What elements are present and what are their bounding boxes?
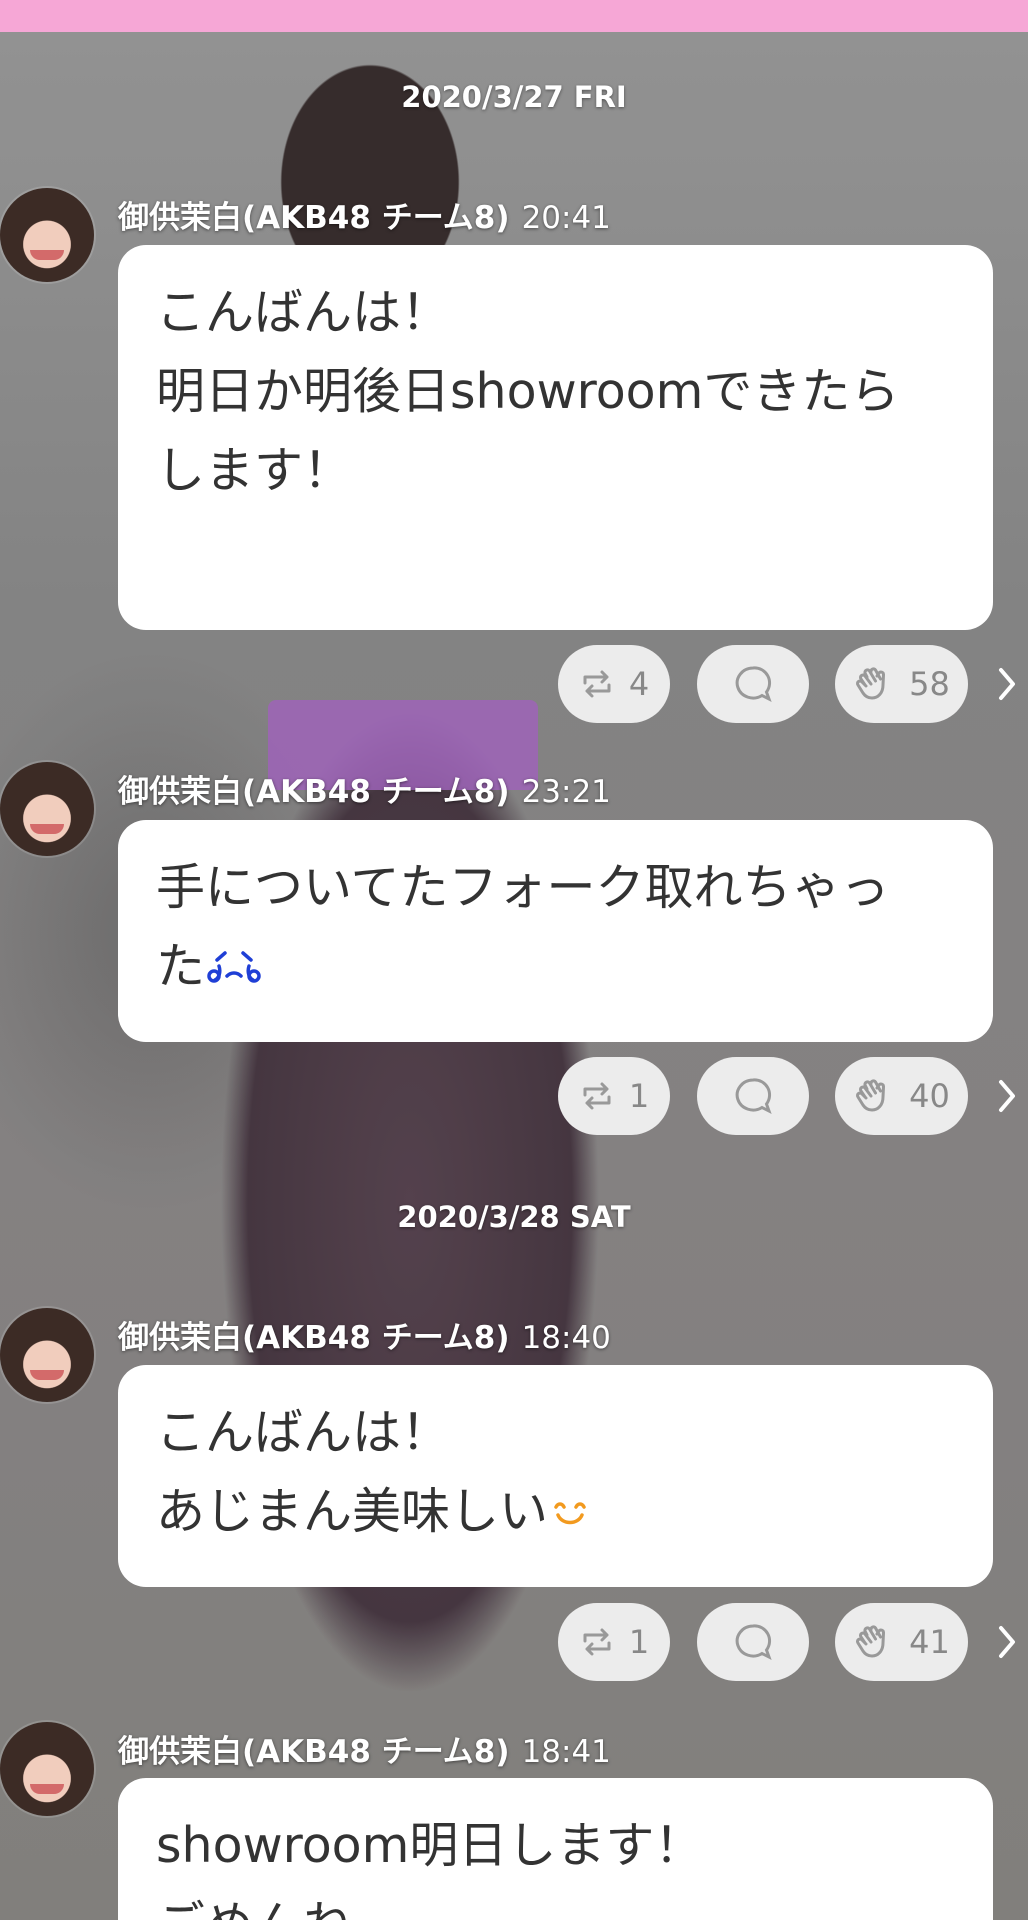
chevron-right-icon[interactable] (992, 664, 1022, 704)
message-header: 御供茉白(AKB48 チーム8) 18:41 (118, 1726, 611, 1771)
comment-button[interactable] (697, 1603, 809, 1681)
retweet-count: 4 (628, 665, 650, 703)
author-name: 御供茉白(AKB48 チーム8) (118, 1734, 510, 1770)
status-bar (0, 0, 1028, 32)
message-text: showroom明日します！ ごめんね (156, 1817, 704, 1920)
comment-icon (735, 666, 772, 703)
clap-icon (856, 1079, 886, 1112)
comment-button[interactable] (697, 645, 809, 723)
message-time: 23:21 (521, 774, 611, 810)
clap-count: 41 (909, 1623, 950, 1661)
clap-count: 58 (909, 665, 950, 703)
message-time: 20:41 (521, 200, 611, 236)
chevron-right-icon[interactable] (992, 1076, 1022, 1116)
retweet-icon (583, 1082, 611, 1110)
retweet-count: 1 (628, 1623, 650, 1661)
author-name: 御供茉白(AKB48 チーム8) (118, 1320, 510, 1356)
clap-icon (856, 667, 886, 700)
message-bubble[interactable]: こんばんは！ 明日か明後日showroomできたら します！ (118, 245, 993, 630)
clap-count: 40 (909, 1077, 950, 1115)
clap-button[interactable]: 40 (835, 1057, 968, 1135)
crying-face-icon (205, 930, 263, 1009)
retweet-button[interactable]: 4 (558, 645, 670, 723)
message-text: こんばんは！ 明日か明後日showroomできたら します！ (156, 284, 900, 499)
smiling-face-icon (548, 1475, 592, 1554)
message-header: 御供茉白(AKB48 チーム8) 23:21 (118, 766, 611, 811)
avatar[interactable] (0, 762, 94, 856)
comment-icon (735, 1078, 772, 1115)
date-separator: 2020/3/28 SAT (397, 1200, 631, 1234)
avatar[interactable] (0, 188, 94, 282)
chevron-right-icon[interactable] (992, 1622, 1022, 1662)
message-text: 手についてたフォーク取れちゃっ た (156, 859, 890, 995)
avatar[interactable] (0, 1722, 94, 1816)
retweet-count: 1 (628, 1077, 650, 1115)
message-time: 18:40 (521, 1320, 611, 1356)
retweet-button[interactable]: 1 (558, 1603, 670, 1681)
clap-icon (856, 1625, 886, 1658)
message-text: こんばんは！ あじまん美味しい (156, 1404, 549, 1540)
message-header: 御供茉白(AKB48 チーム8) 20:41 (118, 192, 611, 237)
author-name: 御供茉白(AKB48 チーム8) (118, 774, 510, 810)
comment-button[interactable] (697, 1057, 809, 1135)
message-header: 御供茉白(AKB48 チーム8) 18:40 (118, 1312, 611, 1357)
message-time: 18:41 (521, 1734, 611, 1770)
retweet-icon (583, 1628, 611, 1656)
author-name: 御供茉白(AKB48 チーム8) (118, 200, 510, 236)
clap-button[interactable]: 58 (835, 645, 968, 723)
message-bubble[interactable]: こんばんは！ あじまん美味しい (118, 1365, 993, 1587)
chat-screen: 2020/3/27 FRI 御供茉白(AKB48 チーム8) 20:41 こんばん… (0, 0, 1028, 1920)
comment-icon (735, 1624, 772, 1661)
avatar[interactable] (0, 1308, 94, 1402)
clap-button[interactable]: 41 (835, 1603, 968, 1681)
message-bubble[interactable]: 手についてたフォーク取れちゃっ た (118, 820, 993, 1042)
retweet-icon (583, 670, 611, 698)
retweet-button[interactable]: 1 (558, 1057, 670, 1135)
date-separator: 2020/3/27 FRI (401, 80, 627, 114)
message-bubble[interactable]: showroom明日します！ ごめんね (118, 1778, 993, 1920)
